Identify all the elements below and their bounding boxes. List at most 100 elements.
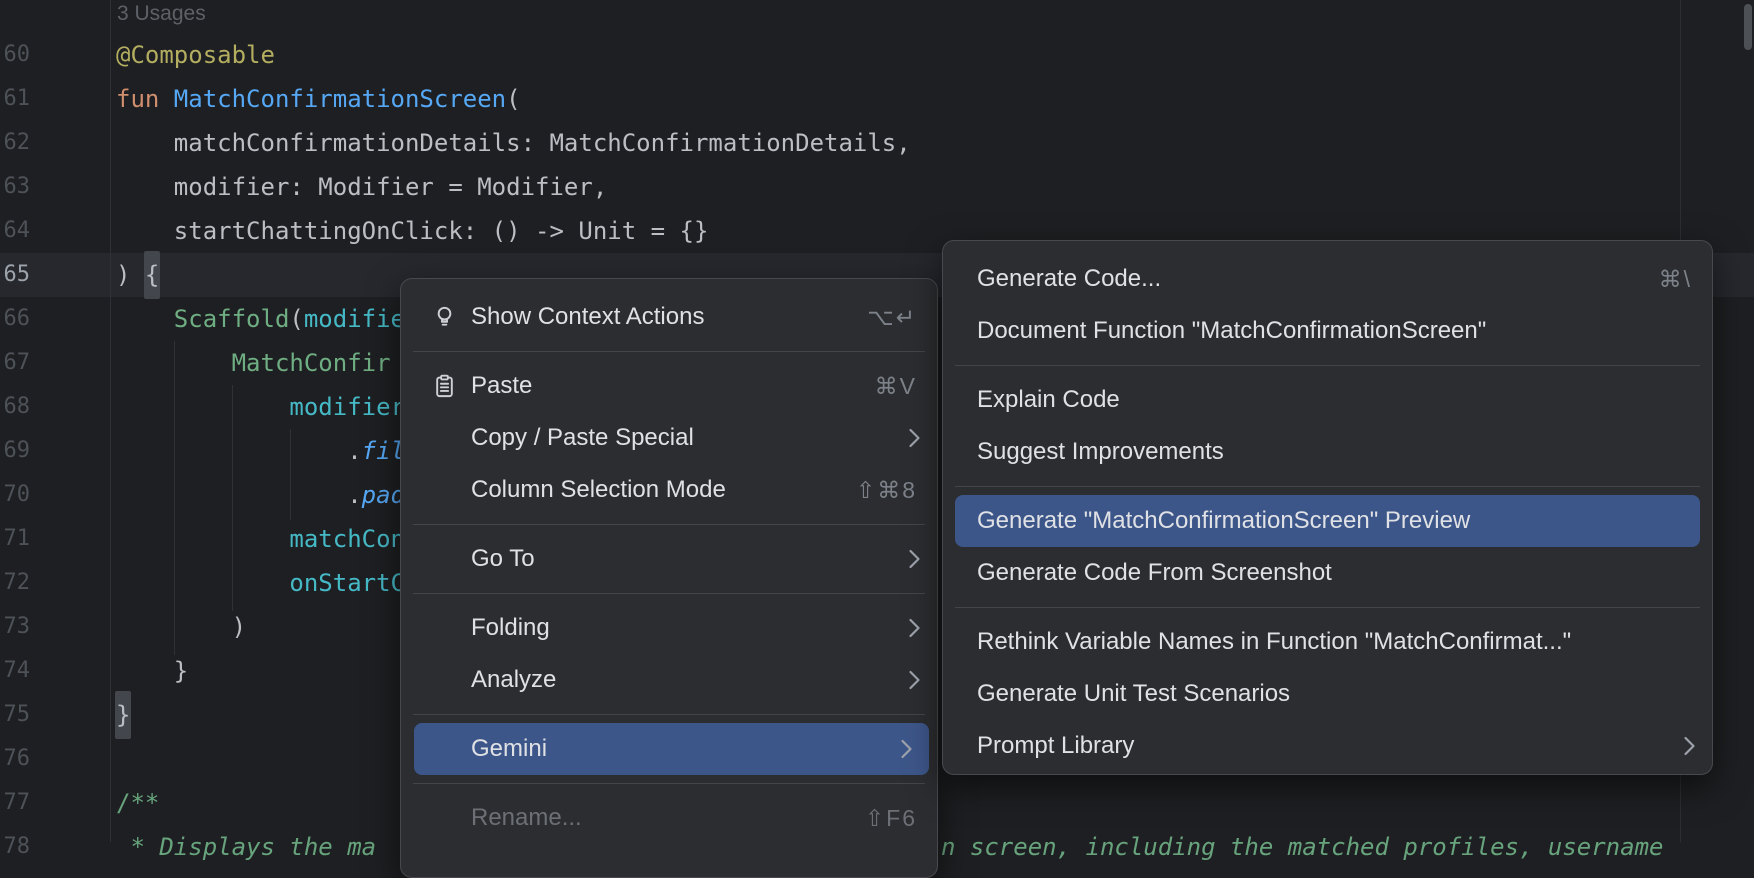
code-token: [116, 349, 232, 377]
code-text[interactable]: fun MatchConfirmationScreen(: [116, 77, 521, 121]
shortcut-label: ⇧⌘8: [856, 477, 917, 504]
code-token: MatchConfirmationScreen: [174, 85, 506, 113]
menu-item-gemini[interactable]: Gemini: [414, 723, 929, 775]
code-token: [116, 569, 289, 597]
doc-comment-right-fragment[interactable]: n screen, including the matched profiles…: [941, 825, 1663, 869]
code-text[interactable]: startChattingOnClick: () -> Unit = {}: [116, 209, 708, 253]
menu-item-label: Prompt Library: [977, 732, 1134, 760]
code-text[interactable]: * Displays the ma: [116, 825, 376, 869]
code-text[interactable]: MatchConfir: [116, 341, 391, 385]
menu-separator: [413, 783, 925, 784]
code-line-63[interactable]: 63 modifier: Modifier = Modifier,: [0, 165, 1754, 209]
line-number: 61: [0, 77, 30, 121]
ide-screenshot: { "editor": { "usages_hint": "3 Usages",…: [0, 0, 1754, 842]
code-text[interactable]: /**: [116, 781, 159, 825]
menu-item-rethink-variable-names-in-function-match[interactable]: Rethink Variable Names in Function "Matc…: [943, 616, 1712, 668]
menu-separator: [413, 714, 925, 715]
line-number: 64: [0, 209, 30, 253]
menu-item-paste[interactable]: Paste ⌘V: [401, 360, 937, 412]
line-number: 72: [0, 561, 30, 605]
line-number: 74: [0, 649, 30, 693]
menu-item-show-context-actions[interactable]: Show Context Actions⌥↵: [401, 291, 937, 343]
menu-item-analyze[interactable]: Analyze: [401, 654, 937, 706]
code-text[interactable]: onStartC: [116, 561, 405, 605]
code-text[interactable]: @Composable: [116, 33, 275, 77]
menu-separator: [413, 351, 925, 352]
editor-context-menu: Show Context Actions⌥↵ Paste ⌘V Copy / Past…: [400, 278, 938, 878]
menu-item-label: Generate Unit Test Scenarios: [977, 680, 1290, 708]
code-token: (: [289, 305, 303, 333]
code-token: matchCon: [289, 525, 405, 553]
code-line-61[interactable]: 61 fun MatchConfirmationScreen(: [0, 77, 1754, 121]
line-number: 68: [0, 385, 30, 429]
code-token: pad: [362, 481, 405, 509]
code-text[interactable]: ) {: [116, 253, 159, 297]
code-token: onStartC: [289, 569, 405, 597]
menu-item-generate-code-from-screenshot[interactable]: Generate Code From Screenshot: [943, 547, 1712, 599]
menu-item-label: Go To: [471, 545, 535, 573]
usages-inlay-hint[interactable]: 3 Usages: [117, 2, 206, 26]
menu-item-document-function-matchconfirmationscree[interactable]: Document Function "MatchConfirmationScre…: [943, 305, 1712, 357]
code-token: modifier: Modifier = Modifier,: [116, 173, 607, 201]
code-token: * Displays the ma: [116, 833, 376, 861]
code-token: [116, 525, 289, 553]
code-token: fil: [362, 437, 405, 465]
code-token: @Composable: [116, 41, 275, 69]
menu-item-rename[interactable]: Rename...⇧F6: [401, 792, 937, 844]
menu-item-label: Analyze: [471, 666, 556, 694]
code-text[interactable]: Scaffold(modifier: [116, 297, 419, 341]
code-text[interactable]: matchConfirmationDetails: MatchConfirmat…: [116, 121, 911, 165]
menu-item-go-to[interactable]: Go To: [401, 533, 937, 585]
code-token: fun: [116, 85, 174, 113]
menu-item-column-selection-mode[interactable]: Column Selection Mode ⇧⌘8: [401, 464, 937, 516]
menu-item-label: Column Selection Mode: [471, 476, 726, 504]
code-text[interactable]: matchCon: [116, 517, 405, 561]
menu-item-explain-code[interactable]: Explain Code: [943, 374, 1712, 426]
submenu-chevron-icon: [908, 428, 921, 449]
menu-item-generate-code[interactable]: Generate Code...⌘\: [943, 253, 1712, 305]
lightbulb-icon: [431, 304, 458, 331]
code-text[interactable]: modifier: [116, 385, 405, 429]
menu-item-generate-matchconfirmationscreen-preview[interactable]: Generate "MatchConfirmationScreen" Previ…: [955, 495, 1700, 547]
menu-item-label: Gemini: [471, 735, 547, 763]
code-text[interactable]: }: [116, 693, 130, 737]
line-number: 76: [0, 737, 30, 781]
menu-item-suggest-improvements[interactable]: Suggest Improvements: [943, 426, 1712, 478]
menu-item-prompt-library[interactable]: Prompt Library: [943, 720, 1712, 772]
clipboard-icon: [431, 373, 458, 400]
code-token: MatchConfir: [232, 349, 391, 377]
menu-item-label: Explain Code: [977, 386, 1120, 414]
menu-item-label: Rename...: [471, 804, 582, 832]
code-text[interactable]: .pad: [116, 473, 405, 517]
code-text[interactable]: }: [116, 649, 188, 693]
code-token: /**: [116, 789, 159, 817]
menu-item-folding[interactable]: Folding: [401, 602, 937, 654]
code-token: ): [116, 261, 145, 289]
code-token: }: [116, 657, 188, 685]
menu-item-label: Copy / Paste Special: [471, 424, 694, 452]
line-number: 78: [0, 825, 30, 869]
code-line-60[interactable]: 60 @Composable: [0, 33, 1754, 77]
menu-item-label: Folding: [471, 614, 550, 642]
gemini-submenu: Generate Code...⌘\Document Function "Mat…: [942, 240, 1713, 775]
menu-item-copy-paste-special[interactable]: Copy / Paste Special: [401, 412, 937, 464]
code-token: [116, 305, 174, 333]
menu-item-label: Generate "MatchConfirmationScreen" Previ…: [977, 507, 1470, 535]
menu-item-label: Paste: [471, 372, 532, 400]
code-text[interactable]: ): [116, 605, 246, 649]
code-text[interactable]: modifier: Modifier = Modifier,: [116, 165, 607, 209]
line-number: 69: [0, 429, 30, 473]
submenu-chevron-icon: [908, 618, 921, 639]
vertical-scrollbar-thumb[interactable]: [1744, 4, 1752, 50]
code-token: {: [144, 251, 160, 299]
code-line-62[interactable]: 62 matchConfirmationDetails: MatchConfir…: [0, 121, 1754, 165]
line-number: 60: [0, 33, 30, 77]
code-token: .: [116, 437, 362, 465]
menu-item-generate-unit-test-scenarios[interactable]: Generate Unit Test Scenarios: [943, 668, 1712, 720]
code-token: [116, 393, 289, 421]
shortcut-label: ⌘V: [875, 373, 917, 400]
code-token: (: [506, 85, 520, 113]
code-text[interactable]: .fil: [116, 429, 405, 473]
line-number: 77: [0, 781, 30, 825]
menu-separator: [955, 607, 1700, 608]
